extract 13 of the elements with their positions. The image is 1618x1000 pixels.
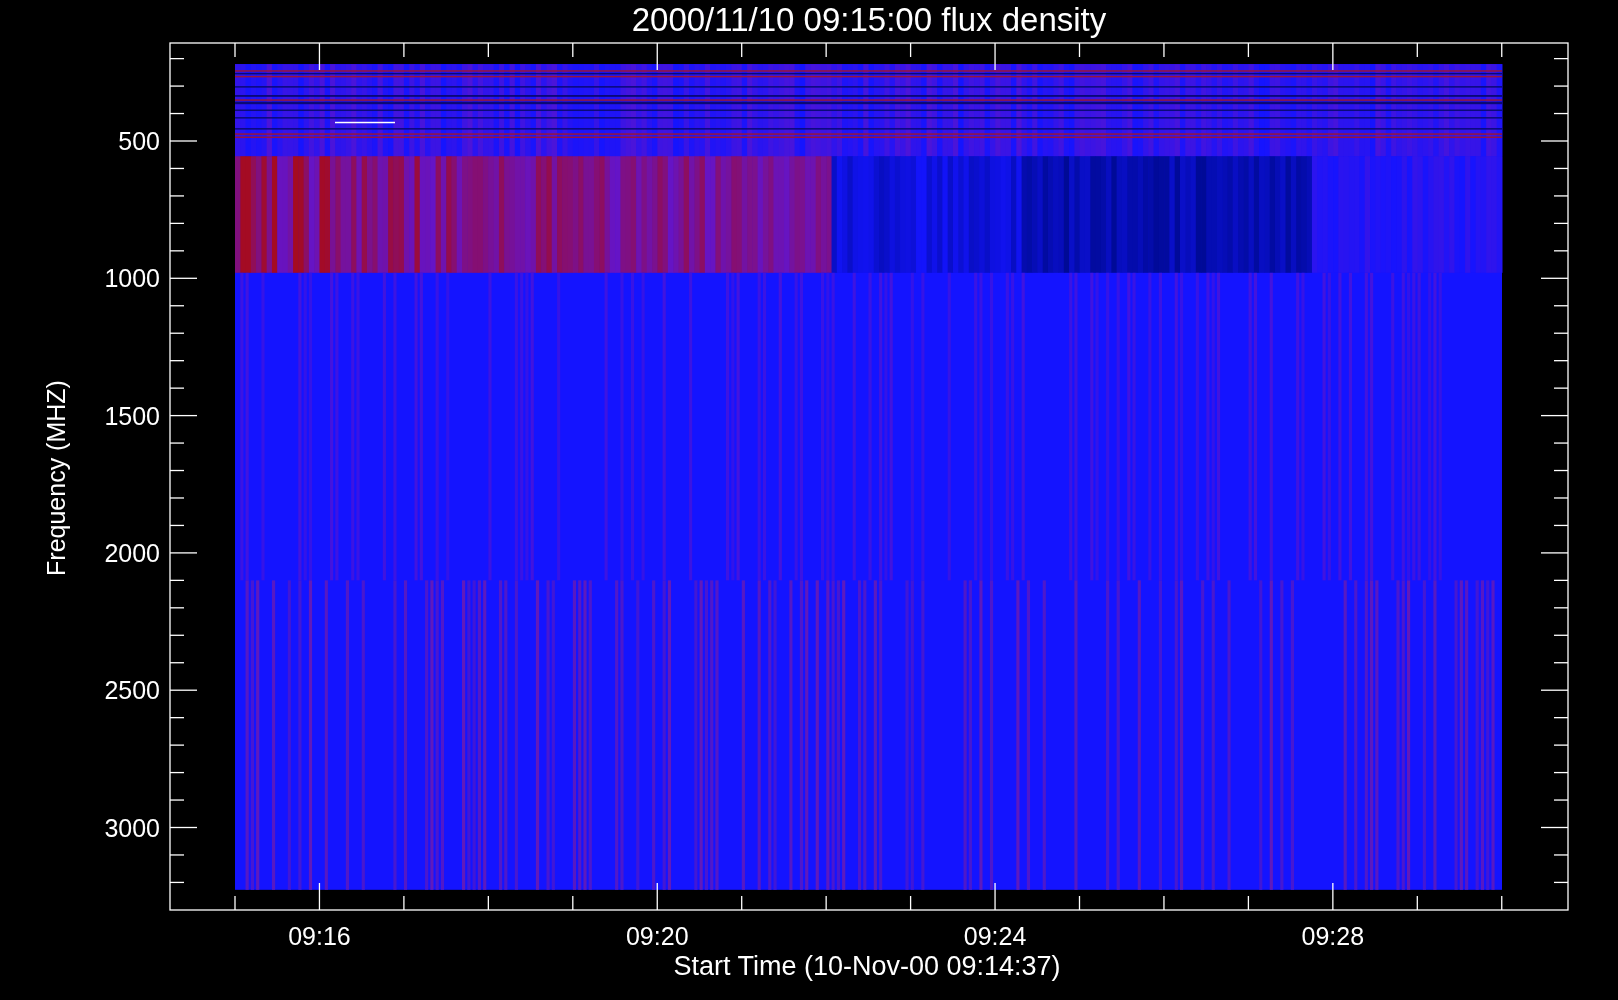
axis-label: Start Time (10-Nov-00 09:14:37) xyxy=(673,951,1061,981)
tick-label: 09:28 xyxy=(1301,922,1365,950)
tick-label: 500 xyxy=(118,127,160,155)
tick-label: 1500 xyxy=(104,401,160,430)
tick-label: 2000 xyxy=(104,538,160,567)
axis-label: Frequency (MHZ) xyxy=(42,380,70,576)
tick-label: 09:24 xyxy=(963,922,1027,950)
tick-label: 3000 xyxy=(104,813,160,842)
tick-label: 09:20 xyxy=(625,922,689,950)
plot-title: 2000/11/10 09:15:00 flux density xyxy=(631,1,1107,38)
tick-label: 2500 xyxy=(104,676,160,705)
tick-label: 1000 xyxy=(104,264,160,293)
tick-label: 09:16 xyxy=(288,922,351,950)
